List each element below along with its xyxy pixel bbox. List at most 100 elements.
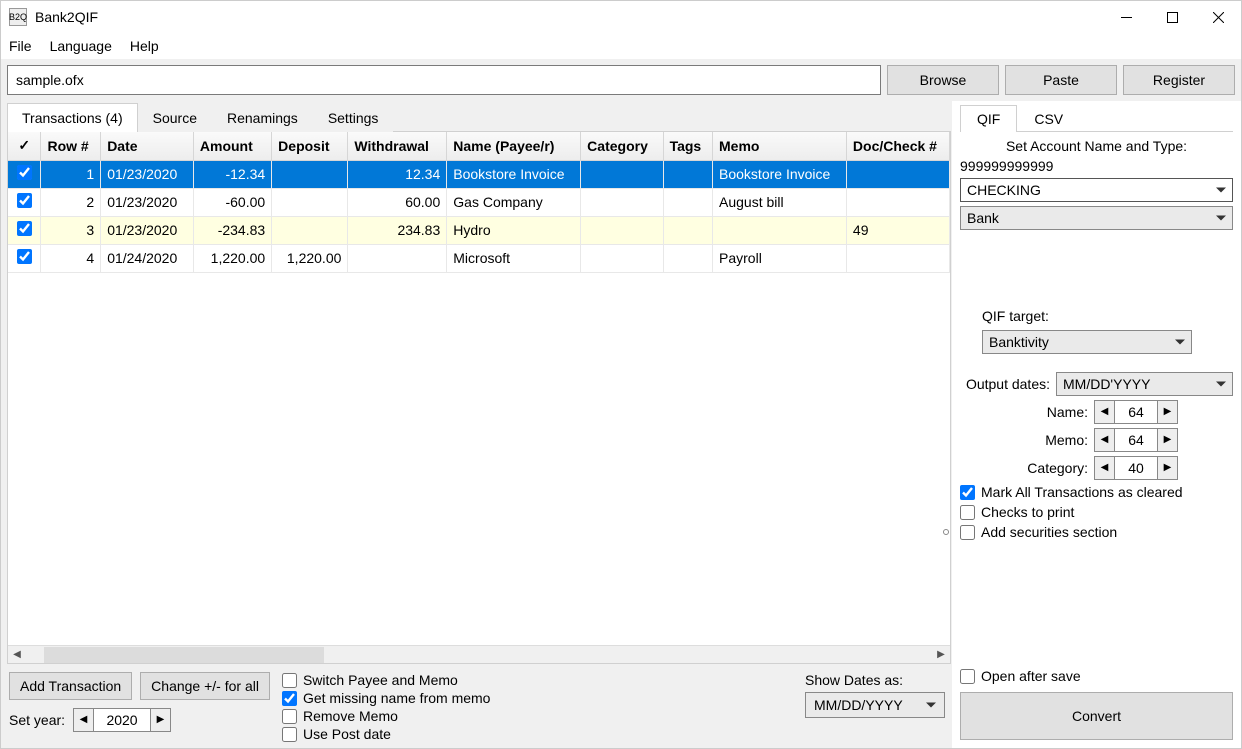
account-name-input[interactable]: CHECKING: [960, 178, 1233, 202]
year-increment-button[interactable]: ▶: [150, 709, 170, 731]
memo-inc-button[interactable]: ▶: [1157, 429, 1177, 451]
switch-payee-memo-checkbox[interactable]: Switch Payee and Memo: [282, 672, 491, 688]
memo-length-spinner[interactable]: ◀ 64 ▶: [1094, 428, 1178, 452]
cell-tags[interactable]: [663, 160, 712, 188]
mark-cleared-checkbox[interactable]: Mark All Transactions as cleared: [960, 484, 1233, 500]
tab-source[interactable]: Source: [138, 103, 212, 132]
cell-deposit[interactable]: [272, 188, 348, 216]
set-year-spinner[interactable]: ◀ 2020 ▶: [73, 708, 171, 732]
column-header[interactable]: Memo: [713, 132, 847, 160]
cell-doc[interactable]: [846, 188, 949, 216]
remove-memo-checkbox[interactable]: Remove Memo: [282, 708, 491, 724]
name-dec-button[interactable]: ◀: [1095, 401, 1115, 423]
menu-language[interactable]: Language: [50, 38, 112, 54]
pane-resize-handle[interactable]: [943, 529, 949, 535]
column-header[interactable]: Doc/Check #: [846, 132, 949, 160]
open-after-save-checkbox[interactable]: Open after save: [960, 668, 1233, 684]
cell-rownum[interactable]: 2: [41, 188, 101, 216]
cell-doc[interactable]: 49: [846, 216, 949, 244]
cell-deposit[interactable]: [272, 216, 348, 244]
tab-transactions[interactable]: Transactions (4): [7, 103, 138, 132]
column-header[interactable]: Tags: [663, 132, 712, 160]
maximize-button[interactable]: [1149, 1, 1195, 33]
cell-date[interactable]: 01/23/2020: [101, 188, 194, 216]
tab-csv[interactable]: CSV: [1017, 105, 1080, 132]
scroll-left-icon[interactable]: ◀: [8, 646, 26, 664]
row-checkbox[interactable]: [8, 244, 41, 272]
minimize-button[interactable]: [1103, 1, 1149, 33]
cell-category[interactable]: [581, 244, 663, 272]
tab-settings[interactable]: Settings: [313, 103, 394, 132]
cell-category[interactable]: [581, 160, 663, 188]
cat-dec-button[interactable]: ◀: [1095, 457, 1115, 479]
tab-renamings[interactable]: Renamings: [212, 103, 313, 132]
column-header[interactable]: Amount: [193, 132, 271, 160]
register-button[interactable]: Register: [1123, 65, 1235, 95]
cell-doc[interactable]: [846, 244, 949, 272]
cell-name[interactable]: Bookstore Invoice: [447, 160, 581, 188]
row-checkbox[interactable]: [8, 188, 41, 216]
use-post-date-checkbox[interactable]: Use Post date: [282, 726, 491, 742]
cell-category[interactable]: [581, 188, 663, 216]
cell-amount[interactable]: -12.34: [193, 160, 271, 188]
show-dates-select[interactable]: MM/DD/YYYY: [805, 692, 945, 718]
column-header[interactable]: Date: [101, 132, 194, 160]
column-header[interactable]: Row #: [41, 132, 101, 160]
cell-amount[interactable]: 1,220.00: [193, 244, 271, 272]
tab-qif[interactable]: QIF: [960, 105, 1017, 132]
table-row[interactable]: 401/24/20201,220.001,220.00MicrosoftPayr…: [8, 244, 950, 272]
cell-category[interactable]: [581, 216, 663, 244]
table-row[interactable]: 201/23/2020-60.00 60.00Gas Company August …: [8, 188, 950, 216]
output-dates-select[interactable]: MM/DD'YYYY: [1056, 372, 1233, 396]
add-transaction-button[interactable]: Add Transaction: [9, 672, 132, 700]
column-header[interactable]: Name (Payee/r): [447, 132, 581, 160]
cell-name[interactable]: Hydro: [447, 216, 581, 244]
cell-withdrawal[interactable]: 60.00: [348, 188, 447, 216]
memo-dec-button[interactable]: ◀: [1095, 429, 1115, 451]
name-length-spinner[interactable]: ◀ 64 ▶: [1094, 400, 1178, 424]
add-securities-checkbox[interactable]: Add securities section: [960, 524, 1233, 540]
cell-memo[interactable]: [713, 216, 847, 244]
table-row[interactable]: 101/23/2020-12.3412.34Bookstore InvoiceB…: [8, 160, 950, 188]
scroll-thumb[interactable]: [44, 647, 324, 663]
cell-tags[interactable]: [663, 188, 712, 216]
menu-help[interactable]: Help: [130, 38, 159, 54]
cell-date[interactable]: 01/23/2020: [101, 160, 194, 188]
menu-file[interactable]: File: [9, 38, 32, 54]
qif-target-select[interactable]: Banktivity: [982, 330, 1192, 354]
horizontal-scrollbar[interactable]: ◀ ▶: [8, 645, 950, 663]
cell-date[interactable]: 01/23/2020: [101, 216, 194, 244]
browse-button[interactable]: Browse: [887, 65, 999, 95]
close-button[interactable]: [1195, 1, 1241, 33]
row-checkbox[interactable]: [8, 216, 41, 244]
cat-inc-button[interactable]: ▶: [1157, 457, 1177, 479]
cell-withdrawal[interactable]: 12.34: [348, 160, 447, 188]
column-header[interactable]: Deposit: [272, 132, 348, 160]
cell-deposit[interactable]: [272, 160, 348, 188]
cell-doc[interactable]: [846, 160, 949, 188]
cell-tags[interactable]: [663, 216, 712, 244]
change-sign-button[interactable]: Change +/- for all: [140, 672, 270, 700]
cell-date[interactable]: 01/24/2020: [101, 244, 194, 272]
cell-amount[interactable]: -60.00: [193, 188, 271, 216]
table-row[interactable]: 301/23/2020-234.83234.83Hydro49: [8, 216, 950, 244]
cell-rownum[interactable]: 1: [41, 160, 101, 188]
category-length-spinner[interactable]: ◀ 40 ▶: [1094, 456, 1178, 480]
name-inc-button[interactable]: ▶: [1157, 401, 1177, 423]
row-checkbox[interactable]: [8, 160, 41, 188]
get-missing-name-checkbox[interactable]: Get missing name from memo: [282, 690, 491, 706]
cell-amount[interactable]: -234.83: [193, 216, 271, 244]
cell-rownum[interactable]: 4: [41, 244, 101, 272]
cell-tags[interactable]: [663, 244, 712, 272]
column-header[interactable]: ✓: [8, 132, 41, 160]
column-header[interactable]: Withdrawal: [348, 132, 447, 160]
cell-name[interactable]: Gas Company: [447, 188, 581, 216]
cell-withdrawal[interactable]: [348, 244, 447, 272]
cell-deposit[interactable]: 1,220.00: [272, 244, 348, 272]
cell-memo[interactable]: August bill: [713, 188, 847, 216]
column-header[interactable]: Category: [581, 132, 663, 160]
cell-memo[interactable]: Bookstore Invoice: [713, 160, 847, 188]
paste-button[interactable]: Paste: [1005, 65, 1117, 95]
scroll-right-icon[interactable]: ▶: [932, 646, 950, 664]
cell-rownum[interactable]: 3: [41, 216, 101, 244]
